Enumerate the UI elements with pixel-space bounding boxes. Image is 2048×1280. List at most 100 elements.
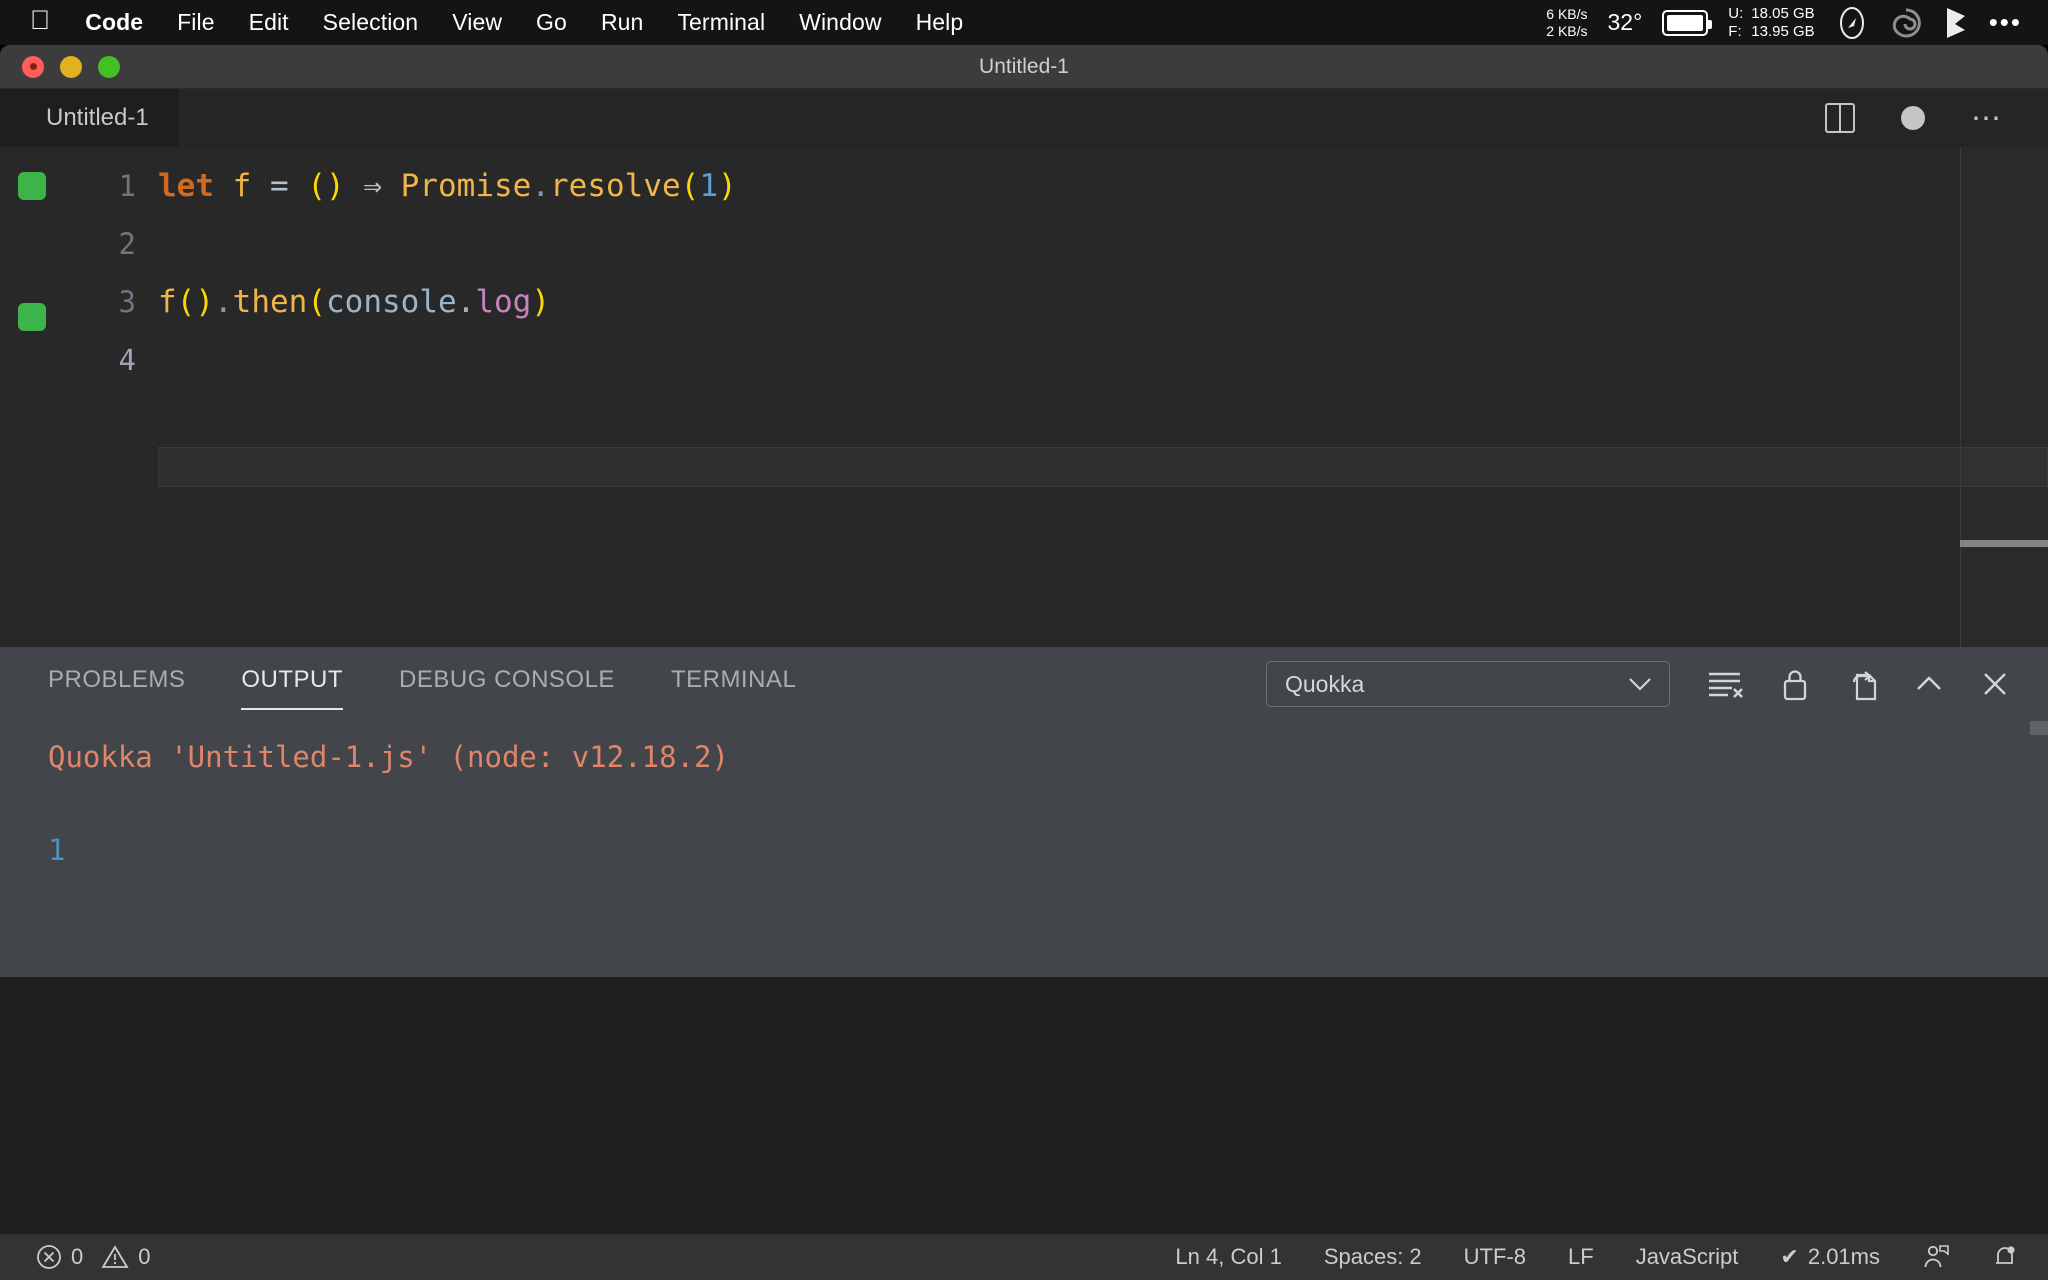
memory-used-label: U: bbox=[1728, 4, 1744, 22]
status-bar: 0 0 Ln 4, Col 1 Spaces: 2 UTF-8 LF JavaS… bbox=[0, 1234, 2048, 1280]
token-close-paren: ) bbox=[718, 168, 737, 204]
network-download-speed: 2 KB/s bbox=[1546, 22, 1588, 39]
menu-bar-items:  Code File Edit Selection View Go Run T… bbox=[0, 7, 980, 38]
menu-item-run[interactable]: Run bbox=[584, 9, 661, 36]
more-actions-icon[interactable]: ⋯ bbox=[1971, 103, 2004, 133]
token-method-then: then bbox=[232, 284, 308, 320]
line-number: 2 bbox=[118, 227, 136, 261]
status-quokka-timing[interactable]: ✔ 2.01ms bbox=[1780, 1244, 1880, 1270]
window-title: Untitled-1 bbox=[979, 54, 1069, 78]
token-identifier-f: f bbox=[232, 168, 252, 204]
compass-icon[interactable] bbox=[1835, 6, 1869, 40]
flag-icon[interactable] bbox=[1943, 6, 1969, 40]
tab-terminal[interactable]: TERMINAL bbox=[671, 666, 796, 702]
panel-scrollbar-thumb[interactable] bbox=[2030, 721, 2048, 735]
token-assign: = bbox=[251, 168, 308, 204]
menu-item-code[interactable]: Code bbox=[68, 9, 160, 36]
status-eol[interactable]: LF bbox=[1568, 1244, 1594, 1270]
gutter-row-4 bbox=[0, 361, 48, 419]
editor-actions: ⋯ bbox=[1825, 103, 2024, 133]
split-editor-icon[interactable] bbox=[1825, 103, 1855, 133]
notification-bell-icon[interactable] bbox=[1992, 1243, 2018, 1271]
clear-output-icon[interactable] bbox=[1706, 668, 1744, 700]
code-line-4[interactable] bbox=[148, 331, 2048, 487]
token-open-paren: ( bbox=[680, 168, 700, 204]
output-header-line: Quokka 'Untitled-1.js' (node: v12.18.2) bbox=[48, 740, 729, 774]
panel-actions: Quokka bbox=[1266, 661, 2048, 707]
spiral-icon[interactable] bbox=[1889, 6, 1923, 40]
menu-item-go[interactable]: Go bbox=[519, 9, 584, 36]
warning-triangle-icon bbox=[92, 1244, 129, 1270]
unsaved-indicator[interactable] bbox=[1901, 106, 1925, 130]
output-panel-body[interactable]: Quokka 'Untitled-1.js' (node: v12.18.2) … bbox=[0, 721, 2048, 873]
line-number: 1 bbox=[118, 169, 136, 203]
status-bar-left: 0 0 bbox=[0, 1244, 151, 1270]
status-language-mode[interactable]: JavaScript bbox=[1636, 1244, 1739, 1270]
output-value-line: 1 bbox=[48, 832, 66, 867]
tab-output[interactable]: OUTPUT bbox=[241, 666, 343, 710]
line-number: 3 bbox=[118, 285, 136, 319]
output-channel-select[interactable]: Quokka bbox=[1266, 661, 1670, 707]
code-editor[interactable]: 1 2 3 4 let f = () ⇒ Promise.resolve(1) … bbox=[0, 147, 2048, 667]
token-keyword-let: let bbox=[158, 168, 214, 204]
token-object-promise: Promise bbox=[400, 168, 532, 204]
control-center-ellipsis-icon[interactable]: ••• bbox=[1989, 9, 2022, 34]
editor-tab-bar: Untitled-1 ⋯ bbox=[0, 89, 2048, 147]
bottom-panel: PROBLEMS OUTPUT DEBUG CONSOLE TERMINAL Q… bbox=[0, 647, 2048, 977]
chevron-down-icon bbox=[1627, 676, 1653, 692]
line-number-gutter: 1 2 3 4 bbox=[48, 147, 148, 647]
network-speed-indicator[interactable]: 6 KB/s 2 KB/s bbox=[1546, 6, 1587, 39]
lock-scroll-icon[interactable] bbox=[1780, 666, 1810, 702]
code-line-3[interactable]: f().then(console.log) bbox=[148, 273, 2048, 331]
panel-tab-bar: PROBLEMS OUTPUT DEBUG CONSOLE TERMINAL Q… bbox=[0, 647, 2048, 721]
apple-logo-icon[interactable]:  bbox=[30, 7, 68, 38]
editor-minimap[interactable] bbox=[1960, 147, 2048, 667]
menu-item-view[interactable]: View bbox=[435, 9, 519, 36]
macos-menu-bar:  Code File Edit Selection View Go Run T… bbox=[0, 0, 2048, 45]
editor-scrollbar-thumb[interactable] bbox=[1960, 540, 2048, 547]
menu-item-window[interactable]: Window bbox=[782, 9, 898, 36]
screen:  Code File Edit Selection View Go Run T… bbox=[0, 0, 2048, 1280]
tab-problems[interactable]: PROBLEMS bbox=[48, 666, 185, 702]
status-cursor-position[interactable]: Ln 4, Col 1 bbox=[1175, 1244, 1281, 1270]
close-panel-icon[interactable] bbox=[1980, 669, 2010, 699]
collapse-panel-icon[interactable] bbox=[1914, 669, 1944, 699]
battery-icon[interactable] bbox=[1662, 9, 1713, 36]
warning-count: 0 bbox=[138, 1244, 151, 1269]
memory-values: 18.05 GB 13.95 GB bbox=[1751, 5, 1814, 40]
token-dot: . bbox=[214, 284, 233, 320]
temperature-indicator[interactable]: 32° bbox=[1608, 9, 1643, 36]
menu-item-help[interactable]: Help bbox=[899, 9, 981, 36]
memory-indicator[interactable]: U: F: 18.05 GB 13.95 GB bbox=[1728, 5, 1814, 40]
token-number-1: 1 bbox=[699, 168, 718, 204]
token-call-parens: () bbox=[176, 284, 214, 320]
token-property-log: log bbox=[475, 284, 532, 320]
check-icon: ✔ bbox=[1780, 1244, 1799, 1269]
quokka-marker-icon bbox=[18, 172, 46, 200]
code-line-2[interactable] bbox=[148, 215, 2048, 273]
token-parens: () bbox=[307, 168, 345, 204]
menu-item-terminal[interactable]: Terminal bbox=[660, 9, 782, 36]
token-method-resolve: resolve bbox=[550, 168, 681, 204]
status-bar-right: Ln 4, Col 1 Spaces: 2 UTF-8 LF JavaScrip… bbox=[1175, 1243, 2048, 1271]
open-in-editor-icon[interactable] bbox=[1846, 666, 1878, 702]
feedback-person-icon[interactable] bbox=[1922, 1243, 1950, 1271]
menu-item-selection[interactable]: Selection bbox=[306, 9, 436, 36]
token-close-paren: ) bbox=[531, 284, 550, 320]
vscode-window: Untitled-1 Untitled-1 ⋯ 1 2 3 4 let f = … bbox=[0, 45, 2048, 1280]
gutter-row-2 bbox=[0, 230, 48, 288]
status-problems[interactable]: 0 0 bbox=[36, 1244, 151, 1270]
menu-item-edit[interactable]: Edit bbox=[232, 9, 306, 36]
gutter-row-1 bbox=[0, 172, 48, 230]
code-line-1[interactable]: let f = () ⇒ Promise.resolve(1) bbox=[148, 157, 2048, 215]
menu-item-file[interactable]: File bbox=[160, 9, 231, 36]
line-number: 4 bbox=[118, 343, 136, 377]
status-indentation[interactable]: Spaces: 2 bbox=[1324, 1244, 1422, 1270]
tab-debug-console[interactable]: DEBUG CONSOLE bbox=[399, 666, 615, 702]
editor-tab-untitled-1[interactable]: Untitled-1 bbox=[0, 89, 179, 147]
token-arrow: ⇒ bbox=[344, 168, 401, 204]
code-content[interactable]: let f = () ⇒ Promise.resolve(1) f ().then… bbox=[148, 147, 2048, 667]
status-encoding[interactable]: UTF-8 bbox=[1464, 1244, 1526, 1270]
quokka-marker-icon bbox=[18, 303, 46, 331]
